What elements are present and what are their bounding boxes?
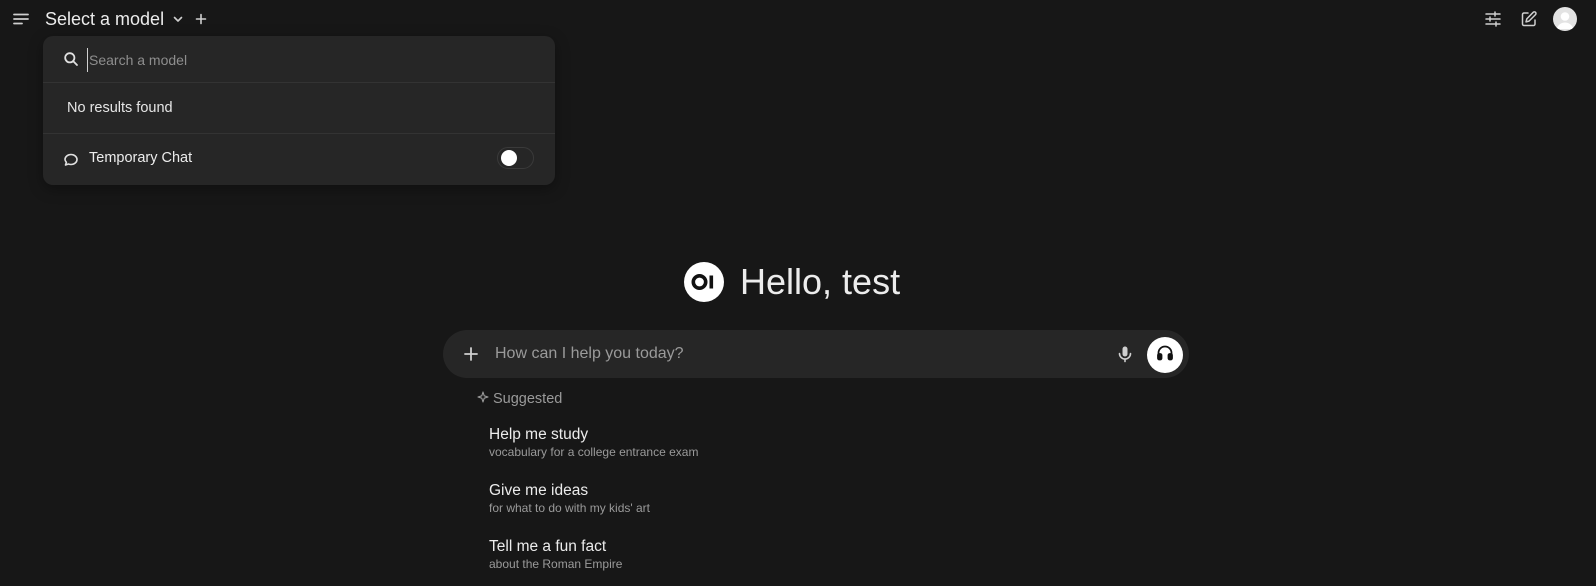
- plus-icon: [463, 346, 479, 362]
- plus-icon: [195, 13, 207, 25]
- model-selector[interactable]: Select a model: [45, 6, 184, 32]
- voice-mode-button[interactable]: [1147, 337, 1183, 373]
- attach-button[interactable]: [459, 342, 483, 366]
- toggle-knob: [501, 150, 517, 166]
- model-dropdown: No results found Temporary Chat: [43, 36, 555, 185]
- chat-bubble-icon: [63, 152, 79, 168]
- chevron-down-icon: [172, 13, 184, 25]
- suggested-label: Suggested: [493, 391, 563, 407]
- dictate-button[interactable]: [1113, 342, 1137, 366]
- chat-controls-button[interactable]: [1480, 6, 1506, 32]
- microphone-icon: [1116, 345, 1134, 363]
- suggestion-subtitle: vocabulary for a college entrance exam: [489, 445, 699, 459]
- message-input-bar: [443, 330, 1189, 378]
- edit-icon: [1520, 10, 1538, 28]
- suggestion-title: Help me study: [489, 426, 589, 443]
- temporary-chat-label: Temporary Chat: [89, 150, 193, 166]
- app-logo-icon: [684, 262, 724, 302]
- suggestion-subtitle: for what to do with my kids' art: [489, 501, 651, 515]
- suggestion-subtitle: about the Roman Empire: [489, 557, 623, 571]
- temporary-chat-toggle[interactable]: [497, 147, 534, 169]
- suggestion-title: Tell me a fun fact: [489, 538, 607, 555]
- message-input[interactable]: [495, 342, 1035, 366]
- model-search-input[interactable]: [87, 48, 529, 72]
- menu-icon: [12, 10, 30, 28]
- sparkle-icon: [477, 391, 489, 407]
- sliders-icon: [1484, 10, 1502, 28]
- greeting: Hello, test: [684, 260, 900, 304]
- temporary-chat-row[interactable]: Temporary Chat: [43, 134, 555, 185]
- user-avatar[interactable]: [1553, 7, 1577, 31]
- model-search-row: [43, 36, 555, 83]
- suggestion-item[interactable]: Help me study vocabulary for a college e…: [489, 425, 809, 469]
- headphones-icon: [1156, 344, 1174, 367]
- top-bar: Select a model: [0, 0, 1596, 38]
- no-results-text: No results found: [67, 100, 173, 116]
- suggestion-item[interactable]: Tell me a fun fact about the Roman Empir…: [489, 537, 809, 581]
- suggestion-item[interactable]: Give me ideas for what to do with my kid…: [489, 481, 809, 525]
- sidebar-toggle-button[interactable]: [8, 6, 34, 32]
- greeting-text: Hello, test: [740, 261, 901, 302]
- suggested-header: Suggested: [477, 391, 562, 407]
- add-model-button[interactable]: [191, 7, 211, 31]
- app-window: Select a model Search a model No results…: [0, 0, 1596, 586]
- model-selector-label: Select a model: [45, 8, 165, 29]
- suggestion-title: Give me ideas: [489, 482, 589, 499]
- new-chat-button[interactable]: [1516, 6, 1542, 32]
- search-icon: [63, 51, 79, 67]
